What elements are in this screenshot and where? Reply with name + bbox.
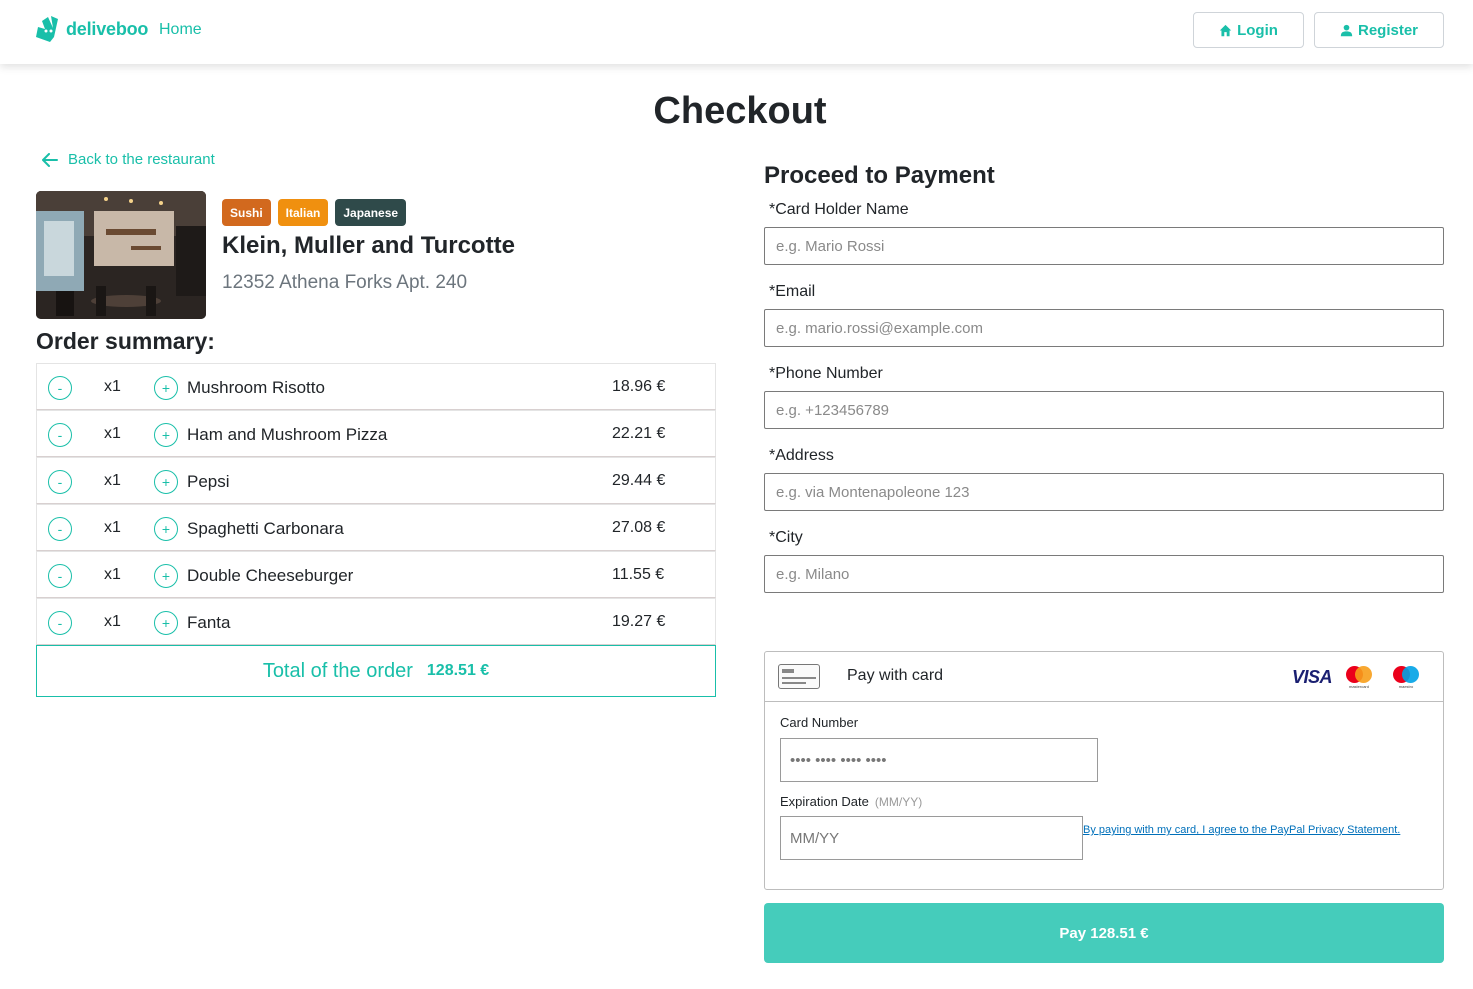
deliveroo-kangaroo-logo-icon xyxy=(36,16,58,42)
tag-sushi: Sushi xyxy=(222,199,271,226)
back-to-restaurant-link[interactable]: Back to the restaurant xyxy=(42,151,215,168)
card-number-label: Card Number xyxy=(780,715,859,730)
city-input[interactable] xyxy=(764,555,1444,593)
visa-logo-icon: VISA xyxy=(1292,667,1333,687)
item-price: 18.96 € xyxy=(612,378,666,395)
login-label: Login xyxy=(1237,21,1278,39)
item-price: 27.08 € xyxy=(612,519,666,536)
restaurant-name: Klein, Muller and Turcotte xyxy=(222,232,515,259)
order-row: - x1 + Double Cheeseburger 11.55 € xyxy=(36,551,716,598)
address-input[interactable] xyxy=(764,473,1444,511)
credit-card-icon xyxy=(778,664,820,689)
order-row: - x1 + Ham and Mushroom Pizza 22.21 € xyxy=(36,410,716,457)
brand-name: deliveboo xyxy=(66,18,149,39)
increase-quantity-button[interactable]: + xyxy=(154,376,178,400)
item-quantity: x1 xyxy=(104,566,121,583)
email-label: *Email xyxy=(769,283,816,300)
order-list: - x1 + Mushroom Risotto 18.96 € - x1 + H… xyxy=(36,363,716,645)
phone-label: *Phone Number xyxy=(769,365,883,382)
restaurant-image xyxy=(36,191,206,319)
navbar: deliveboo Home Login Register xyxy=(0,0,1473,64)
order-row: - x1 + Mushroom Risotto 18.96 € xyxy=(36,363,716,410)
item-name: Fanta xyxy=(187,613,231,632)
item-name: Spaghetti Carbonara xyxy=(187,519,344,538)
tag-japanese: Japanese xyxy=(335,199,407,226)
item-quantity: x1 xyxy=(104,425,121,442)
decrease-quantity-button[interactable]: - xyxy=(48,470,72,494)
tag-italian: Italian xyxy=(277,199,329,226)
pay-button[interactable]: Pay 128.51 € xyxy=(764,903,1444,963)
item-price: 29.44 € xyxy=(612,472,666,489)
back-link-label: Back to the restaurant xyxy=(68,151,215,168)
order-summary-heading: Order summary: xyxy=(36,328,215,354)
decrease-quantity-button[interactable]: - xyxy=(48,376,72,400)
expiration-date-input[interactable] xyxy=(780,816,1083,860)
item-name: Pepsi xyxy=(187,472,230,491)
city-label: *City xyxy=(769,529,803,546)
brand[interactable]: deliveboo xyxy=(36,16,148,42)
item-quantity: x1 xyxy=(104,613,121,630)
item-price: 22.21 € xyxy=(612,425,666,442)
item-quantity: x1 xyxy=(104,378,121,395)
decrease-quantity-button[interactable]: - xyxy=(48,423,72,447)
order-row: - x1 + Fanta 19.27 € xyxy=(36,598,716,645)
cuisine-tags: Sushi Italian Japanese xyxy=(222,199,407,226)
increase-quantity-button[interactable]: + xyxy=(154,423,178,447)
increase-quantity-button[interactable]: + xyxy=(154,470,178,494)
card-holder-input[interactable] xyxy=(764,227,1444,265)
register-label: Register xyxy=(1357,21,1419,39)
payment-heading: Proceed to Payment xyxy=(764,162,995,189)
card-number-input[interactable] xyxy=(780,738,1098,782)
home-icon xyxy=(1219,24,1232,36)
card-holder-label: *Card Holder Name xyxy=(769,201,909,218)
address-label: *Address xyxy=(769,447,834,464)
paypal-privacy-statement-link[interactable]: By paying with my card, I agree to the P… xyxy=(1083,824,1400,836)
item-name: Mushroom Risotto xyxy=(187,378,325,397)
order-row: - x1 + Spaghetti Carbonara 27.08 € xyxy=(36,504,716,551)
email-input[interactable] xyxy=(764,309,1444,347)
item-quantity: x1 xyxy=(104,519,121,536)
order-total-label: Total of the order xyxy=(262,659,413,682)
item-price: 11.55 € xyxy=(612,566,665,583)
decrease-quantity-button[interactable]: - xyxy=(48,611,72,635)
mastercard-logo-icon: mastercard xyxy=(1343,666,1375,690)
register-button[interactable]: Register xyxy=(1314,12,1444,48)
decrease-quantity-button[interactable]: - xyxy=(48,564,72,588)
order-total: Total of the order 128.51 € xyxy=(36,645,716,697)
login-button[interactable]: Login xyxy=(1193,12,1304,48)
item-name: Double Cheeseburger xyxy=(187,566,354,585)
decrease-quantity-button[interactable]: - xyxy=(48,517,72,541)
card-payment-box: Pay with card VISA mastercard maestro Ca… xyxy=(764,651,1444,890)
card-payment-header: Pay with card VISA mastercard maestro xyxy=(765,652,1443,702)
order-total-value: 128.51 € xyxy=(426,662,490,679)
nav-home-link[interactable]: Home xyxy=(159,21,202,39)
item-name: Ham and Mushroom Pizza xyxy=(187,425,388,444)
increase-quantity-button[interactable]: + xyxy=(154,611,178,635)
restaurant-address: 12352 Athena Forks Apt. 240 xyxy=(222,272,468,293)
order-row: - x1 + Pepsi 29.44 € xyxy=(36,457,716,504)
arrow-left-icon xyxy=(42,152,58,167)
page-title: Checkout xyxy=(653,90,827,132)
increase-quantity-button[interactable]: + xyxy=(154,517,178,541)
expiration-date-label: Expiration Date (MM/YY) xyxy=(780,794,923,809)
phone-input[interactable] xyxy=(764,391,1444,429)
maestro-logo-icon: maestro xyxy=(1390,666,1422,690)
expiration-date-hint: (MM/YY) xyxy=(874,795,923,809)
item-quantity: x1 xyxy=(104,472,121,489)
user-icon xyxy=(1340,24,1353,36)
pay-with-card-title: Pay with card xyxy=(847,667,944,684)
item-price: 19.27 € xyxy=(612,613,666,630)
increase-quantity-button[interactable]: + xyxy=(154,564,178,588)
